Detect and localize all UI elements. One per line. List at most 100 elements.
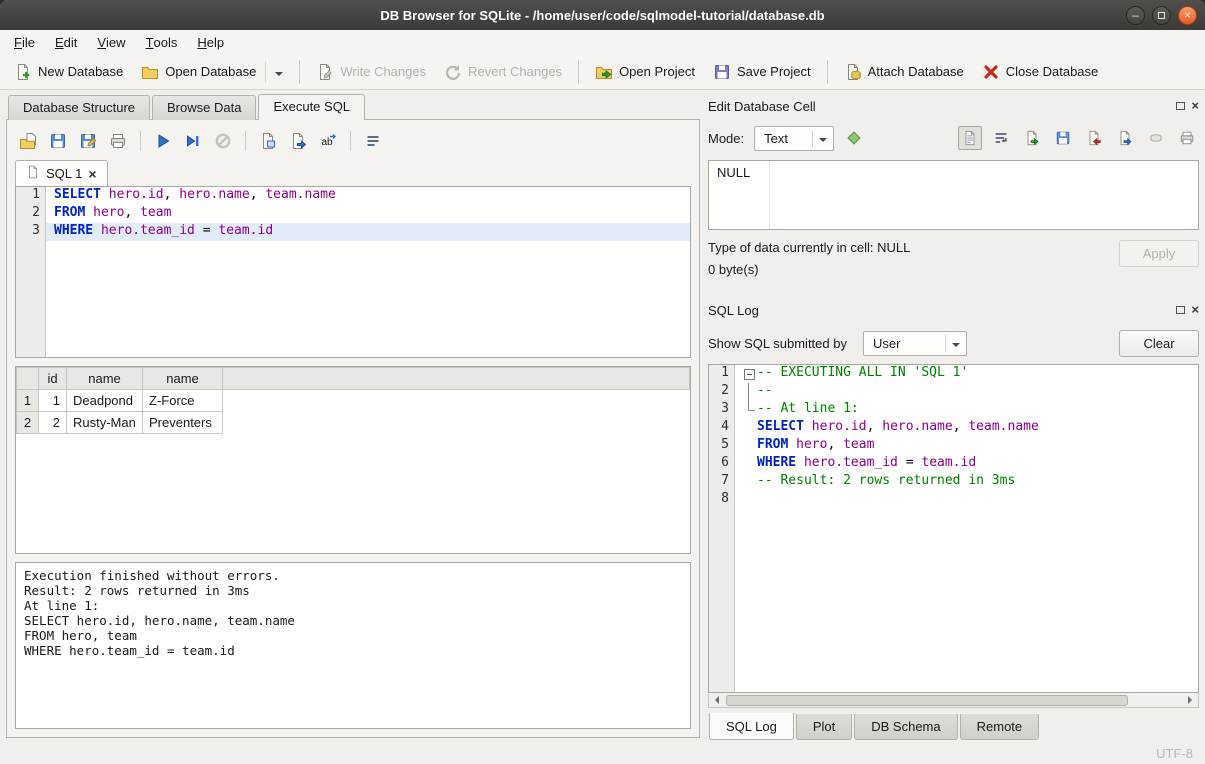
stop-execution-icon <box>210 128 236 154</box>
code-token: hero.team_id <box>101 223 195 238</box>
cell-editor[interactable]: NULL <box>708 160 1199 230</box>
word-wrap-icon[interactable] <box>989 126 1013 150</box>
row-number[interactable]: 2 <box>17 412 39 434</box>
mode-select[interactable]: Text <box>754 126 834 151</box>
log-horizontal-scrollbar[interactable] <box>708 693 1199 708</box>
attach-database-button[interactable]: Attach Database <box>836 59 972 85</box>
open-external-icon[interactable] <box>1020 126 1044 150</box>
results-cell[interactable]: Deadpond <box>67 390 143 412</box>
new-database-button[interactable]: New Database <box>6 59 131 85</box>
results-cell[interactable]: 2 <box>39 412 67 434</box>
fold-marker-icon[interactable] <box>743 383 757 401</box>
results-cell[interactable]: Z-Force <box>143 390 223 412</box>
chevron-down-icon <box>952 343 960 351</box>
edit-cell-float-icon[interactable] <box>1176 102 1185 110</box>
sql-log-float-icon[interactable] <box>1176 306 1185 314</box>
sql-tab-close-icon[interactable]: × <box>88 169 96 179</box>
toolbar-button-label: Open Project <box>619 64 695 79</box>
menu-tools[interactable]: Tools <box>136 30 188 54</box>
main-tab-widget: Database StructureBrowse DataExecute SQL… <box>6 92 700 742</box>
sql-editor[interactable]: 123 SELECT hero.id, hero.name, team.name… <box>15 186 691 358</box>
print-cell-icon[interactable] <box>1175 126 1199 150</box>
results-cell[interactable]: Preventers <box>143 412 223 434</box>
scrollbar-thumb[interactable] <box>726 695 1128 706</box>
toolbar-button-label: New Database <box>38 64 123 79</box>
code-line: -- EXECUTING ALL IN 'SQL 1' <box>735 365 1198 383</box>
scroll-left-button[interactable] <box>709 694 725 707</box>
bottom-tab-db-schema[interactable]: DB Schema <box>854 714 957 740</box>
menu-edit[interactable]: Edit <box>45 30 87 54</box>
tab-database-structure[interactable]: Database Structure <box>8 95 150 120</box>
line-number: 2 <box>709 383 734 401</box>
open-database-dropdown[interactable] <box>265 62 283 82</box>
results-list-icon[interactable] <box>360 128 386 154</box>
menu-file[interactable]: File <box>4 30 45 54</box>
save-sql-file-icon[interactable] <box>45 128 71 154</box>
mode-settings-icon[interactable] <box>842 126 866 150</box>
export-results-icon[interactable] <box>255 128 281 154</box>
clear-log-button[interactable]: Clear <box>1119 330 1199 357</box>
open-database-button[interactable]: Open Database <box>133 58 291 86</box>
save-cell-as-icon[interactable] <box>1051 126 1075 150</box>
code-token: , <box>867 419 883 434</box>
results-col-header-id[interactable]: id <box>39 368 67 390</box>
bottom-tab-sql-log[interactable]: SQL Log <box>709 713 794 740</box>
sql-log-view[interactable]: 12345678 -- EXECUTING ALL IN 'SQL 1'----… <box>708 364 1199 693</box>
maximize-button[interactable] <box>1152 6 1171 25</box>
set-null-icon[interactable] <box>1144 126 1168 150</box>
save-project-button[interactable]: Save Project <box>705 59 819 85</box>
find-replace-icon[interactable]: ab <box>315 128 341 154</box>
log-filter-value: User <box>873 336 900 351</box>
toolbar-button-label: Attach Database <box>868 64 964 79</box>
titlebar[interactable]: DB Browser for SQLite - /home/user/code/… <box>0 0 1205 30</box>
results-col-header-name[interactable]: name <box>67 368 143 390</box>
open-project-button[interactable]: Open Project <box>587 59 703 85</box>
open-project-icon <box>595 63 613 81</box>
close-database-button[interactable]: Close Database <box>974 59 1107 85</box>
edit-cell-close-icon[interactable]: × <box>1191 101 1199 111</box>
scrollbar-track[interactable] <box>725 694 1182 707</box>
results-col-header-name[interactable]: name <box>143 368 223 390</box>
print-sql-icon[interactable] <box>105 128 131 154</box>
bottom-tab-remote[interactable]: Remote <box>960 714 1040 740</box>
fold-marker-icon[interactable] <box>743 365 757 383</box>
log-filter-select[interactable]: User <box>863 331 967 356</box>
cell-type-info: Type of data currently in cell: NULL <box>708 240 910 255</box>
open-database-icon <box>141 63 159 81</box>
tab-browse-data[interactable]: Browse Data <box>152 95 256 120</box>
code-token: -- EXECUTING ALL IN 'SQL 1' <box>757 365 968 380</box>
import-cell-icon[interactable] <box>1082 126 1106 150</box>
bottom-tabs: SQL LogPlotDB SchemaRemote <box>708 714 1199 742</box>
apply-button[interactable]: Apply <box>1119 240 1199 267</box>
code-token: WHERE <box>54 223 93 238</box>
bottom-tab-plot[interactable]: Plot <box>796 714 852 740</box>
code-token: hero.name <box>882 419 952 434</box>
cell-mode-row: Mode: Text <box>708 124 1199 152</box>
menu-help[interactable]: Help <box>187 30 234 54</box>
open-sql-file-icon[interactable] <box>15 128 41 154</box>
menu-view[interactable]: View <box>87 30 135 54</box>
output-line: SELECT hero.id, hero.name, team.name <box>24 613 682 628</box>
main-tabs: Database StructureBrowse DataExecute SQL <box>6 92 700 119</box>
results-cell[interactable]: 1 <box>39 390 67 412</box>
save-results-view-icon[interactable] <box>285 128 311 154</box>
text-document-icon[interactable] <box>958 126 982 150</box>
tab-execute-sql[interactable]: Execute SQL <box>258 94 365 120</box>
editor-code[interactable]: SELECT hero.id, hero.name, team.nameFROM… <box>46 187 690 357</box>
toolbar-separator <box>350 131 351 151</box>
close-button[interactable]: × <box>1178 6 1197 25</box>
export-cell-icon[interactable] <box>1113 126 1137 150</box>
results-cell[interactable]: Rusty-Man <box>67 412 143 434</box>
save-sql-as-icon[interactable] <box>75 128 101 154</box>
execute-current-line-icon[interactable] <box>180 128 206 154</box>
row-number[interactable]: 1 <box>17 390 39 412</box>
execute-all-icon[interactable] <box>150 128 176 154</box>
line-number: 7 <box>709 473 734 491</box>
sql-tab[interactable]: SQL 1 × <box>15 160 108 187</box>
fold-marker-icon[interactable] <box>743 401 757 419</box>
results-row: 22Rusty-ManPreventers <box>17 412 690 434</box>
code-token: = <box>195 223 218 238</box>
minimize-button[interactable]: – <box>1126 6 1145 25</box>
sql-log-close-icon[interactable]: × <box>1191 305 1199 315</box>
scroll-right-button[interactable] <box>1182 694 1198 707</box>
